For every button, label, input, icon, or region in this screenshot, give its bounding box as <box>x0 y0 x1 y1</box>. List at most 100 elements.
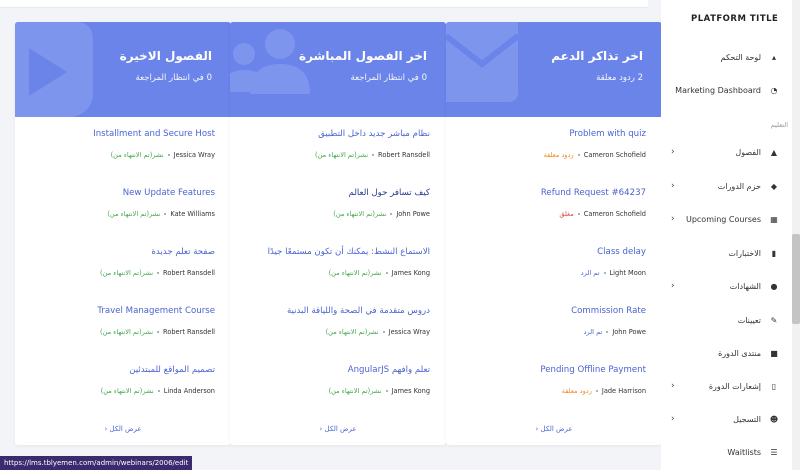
list-item[interactable]: كيف تسافر حول العالم نشر(تم الانتهاء من)… <box>238 188 430 228</box>
list-item[interactable]: Refund Request #64237 مغلق Cameron Schofi… <box>454 188 646 228</box>
card-subtitle: 0 في انتظار المراجعة <box>350 73 427 83</box>
pen-icon: ✎ <box>770 315 778 325</box>
sidebar-item-waitlists[interactable]: ☰ Waitlists <box>661 442 793 462</box>
item-title[interactable]: تعلم وافهم AngularJS <box>348 365 430 375</box>
card-subtitle: 2 ردود معلقة <box>596 73 643 83</box>
item-status: نشر(تم الانتهاء من) <box>325 328 379 336</box>
item-status: نشر(تم الانتهاء من) <box>100 328 154 336</box>
item-title[interactable]: Installment and Secure Host <box>93 129 215 139</box>
sidebar-item-assignments[interactable]: ✎ تعيينات <box>661 310 793 330</box>
item-title[interactable]: New Update Features <box>123 188 215 198</box>
sidebar-item-marketing[interactable]: ◔ Marketing Dashboard <box>661 80 793 100</box>
list-item[interactable]: Class delay تم الرد Light Moon <box>454 247 646 287</box>
view-all-link[interactable]: عرض الكل ‹ <box>535 425 572 433</box>
item-status: نشر(تم الانتهاء من) <box>315 151 369 159</box>
item-title[interactable]: Problem with quiz <box>569 129 646 139</box>
comment-icon: ■ <box>770 348 778 358</box>
item-title[interactable]: Pending Offline Payment <box>540 365 646 375</box>
list-item[interactable]: تعلم وافهم AngularJS نشر(تم الانتهاء من)… <box>238 365 430 405</box>
item-person: James Kong <box>391 269 430 277</box>
calendar-icon: ▦ <box>770 214 778 224</box>
item-status: نشر(تم الانتهاء من) <box>100 269 154 277</box>
support-tickets-card: اخر تذاكر الدعم 2 ردود معلقة Problem wit… <box>446 22 662 445</box>
sidebar-section-label: التعليم <box>770 121 788 129</box>
item-person: Jessica Wray <box>388 328 430 336</box>
item-status: نشر(تم الانتهاء من) <box>100 387 154 395</box>
item-status: نشر(تم الانتهاء من) <box>328 269 382 277</box>
item-person: Robert Ransdell <box>163 269 215 277</box>
item-title[interactable]: تصميم المواقع للمبتدئين <box>129 365 215 375</box>
list-item[interactable]: تصميم المواقع للمبتدئين نشر(تم الانتهاء … <box>23 365 215 405</box>
chevron-left-icon: ‹ <box>319 425 323 433</box>
sidebar-item-dashboard[interactable]: ▴ لوحة التحكم <box>661 47 793 67</box>
card-subtitle: 0 في انتظار المراجعة <box>135 73 212 83</box>
chevron-right-icon: › <box>671 147 675 157</box>
list-item[interactable]: الاستماع النشط: يمكنك أن تكون مستمعًا جي… <box>238 247 430 287</box>
sidebar-item-bundles[interactable]: › ◆ حزم الدورات <box>661 176 793 196</box>
list-icon: ☰ <box>770 447 778 457</box>
list-item[interactable]: صفحة تعلم جديدة نشر(تم الانتهاء من) Rober… <box>23 247 215 287</box>
sidebar-item-upcoming[interactable]: › ▦ Upcoming Courses <box>661 209 793 229</box>
item-person: Jade Harrison <box>601 387 646 395</box>
chevron-right-icon: › <box>671 281 675 291</box>
view-all-link[interactable]: عرض الكل ‹ <box>104 425 141 433</box>
item-title[interactable]: نظام مباشر جديد داخل التطبيق <box>318 129 430 139</box>
list-item[interactable]: Travel Management Course نشر(تم الانتهاء… <box>23 306 215 346</box>
list-item[interactable]: نظام مباشر جديد داخل التطبيق نشر(تم الان… <box>238 129 430 169</box>
sidebar: PLATFORM TITLE ▴ لوحة التحكم ◔ Marketing… <box>661 0 800 470</box>
item-person: Light Moon <box>609 269 647 277</box>
file-icon: ▮ <box>771 248 777 258</box>
item-person: Linda Anderson <box>163 387 215 395</box>
item-title[interactable]: Commission Rate <box>571 306 646 316</box>
chevron-left-icon: ‹ <box>535 425 539 433</box>
users-icon <box>230 29 310 94</box>
card-title: اخر الفصول المباشرة <box>298 49 427 63</box>
item-person: Cameron Schofield <box>583 151 646 159</box>
item-title[interactable]: Class delay <box>597 247 646 257</box>
item-title[interactable]: كيف تسافر حول العالم <box>349 188 430 198</box>
item-title[interactable]: الاستماع النشط: يمكنك أن تكون مستمعًا جي… <box>268 247 430 257</box>
item-status: تم الرد <box>580 269 600 277</box>
play-icon <box>15 22 93 117</box>
list-item[interactable]: Commission Rate تم الرد John Powe <box>454 306 646 346</box>
sidebar-item-quizzes[interactable]: ▮ الاختبارات <box>661 243 793 263</box>
item-title[interactable]: صفحة تعلم جديدة <box>151 247 215 257</box>
sidebar-item-classes[interactable]: › ▲ الفصول <box>661 142 793 162</box>
view-all-link[interactable]: عرض الكل ‹ <box>319 425 356 433</box>
item-person: John Powe <box>396 210 430 218</box>
live-classes-card: اخر الفصول المباشرة 0 في انتظار المراجعة… <box>230 22 446 445</box>
certificate-icon: ● <box>770 281 778 291</box>
platform-title: PLATFORM TITLE <box>691 14 779 24</box>
item-person: John Powe <box>612 328 646 336</box>
list-item[interactable]: دروس متقدمة في الصحة واللياقة البدنية نش… <box>238 306 430 346</box>
list-item[interactable]: Problem with quiz ردود معلقة Cameron Scho… <box>454 129 646 169</box>
item-person: Jessica Wray <box>173 151 215 159</box>
chevron-right-icon: › <box>671 214 675 224</box>
sidebar-item-notices[interactable]: › ▯ إشعارات الدورة <box>661 376 793 396</box>
item-title[interactable]: Refund Request #64237 <box>541 188 646 198</box>
graduation-cap-icon: ▲ <box>770 147 778 157</box>
top-panel-edge <box>0 0 648 8</box>
clipboard-icon: ▯ <box>771 381 777 391</box>
item-status: تم الرد <box>583 328 603 336</box>
scrollbar-thumb[interactable] <box>792 234 800 324</box>
sidebar-item-certificates[interactable]: › ● الشهادات <box>661 276 793 296</box>
card-header: اخر الفصول المباشرة 0 في انتظار المراجعة <box>230 22 446 117</box>
list-item[interactable]: Pending Offline Payment ردود معلقة Jade H… <box>454 365 646 405</box>
item-title[interactable]: دروس متقدمة في الصحة واللياقة البدنية <box>287 306 430 316</box>
item-status: نشر(تم الانتهاء من) <box>107 210 161 218</box>
chevron-left-icon: ‹ <box>104 425 108 433</box>
item-status: نشر(تم الانتهاء من) <box>333 210 387 218</box>
item-person: Cameron Schofield <box>583 210 646 218</box>
list-item[interactable]: Installment and Secure Host نشر(تم الانت… <box>23 129 215 169</box>
item-title[interactable]: Travel Management Course <box>97 306 215 316</box>
item-status: مغلق <box>559 210 574 218</box>
item-person: Robert Ransdell <box>378 151 430 159</box>
sidebar-item-forum[interactable]: ■ منتدى الدورة <box>661 343 793 363</box>
item-person: James Kong <box>391 387 430 395</box>
card-title: الفصول الاخيرة <box>119 49 212 63</box>
list-item[interactable]: New Update Features نشر(تم الانتهاء من) K… <box>23 188 215 228</box>
card-title: اخر تذاكر الدعم <box>551 49 643 63</box>
pie-chart-icon: ◔ <box>770 85 778 95</box>
sidebar-item-enrollment[interactable]: › ☻ التسجيل <box>661 409 793 429</box>
